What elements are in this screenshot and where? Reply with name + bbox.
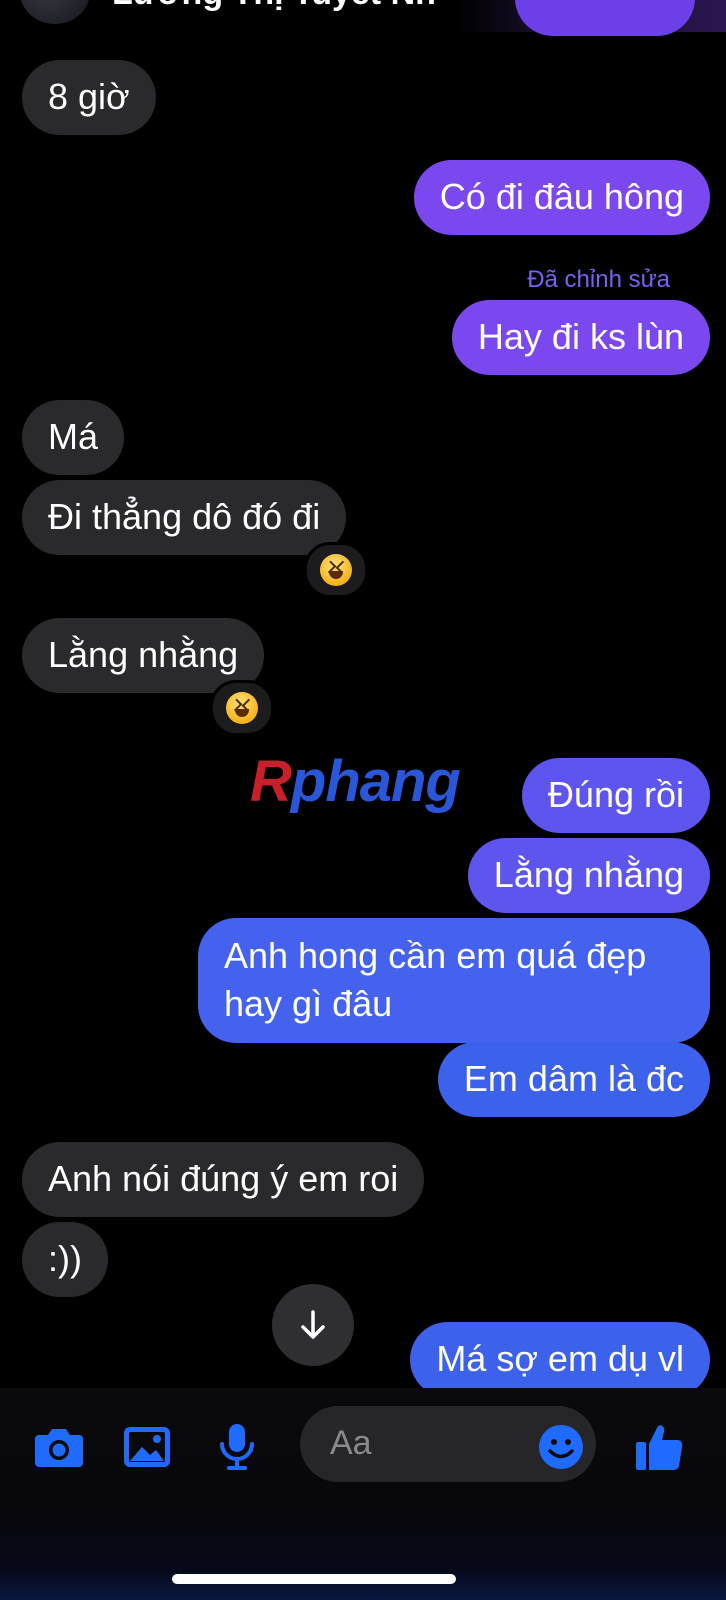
laughing-face-icon <box>226 692 258 724</box>
message-bubble-outgoing[interactable]: Em dâm là đc <box>437 1042 710 1117</box>
microphone-button[interactable] <box>210 1420 264 1474</box>
camera-button[interactable] <box>32 1420 86 1474</box>
message-bubble-incoming[interactable]: Má <box>22 400 125 475</box>
message-bubble-outgoing[interactable]: Đúng rồi <box>521 758 710 833</box>
message-bubble-incoming[interactable]: Anh nói đúng ý em roi <box>22 1142 425 1217</box>
like-button[interactable] <box>632 1420 686 1474</box>
camera-icon <box>35 1429 83 1467</box>
microphone-icon <box>220 1424 254 1470</box>
laughing-face-reaction-icon[interactable] <box>304 542 368 598</box>
previous-message-bubble[interactable] <box>515 0 695 36</box>
gallery-icon <box>124 1427 170 1467</box>
edited-label: Đã chỉnh sửa <box>527 266 670 293</box>
message-bubble-incoming[interactable]: Đi thẳng dô đó đi <box>22 480 347 555</box>
message-bubble-incoming[interactable]: 8 giờ <box>22 60 156 135</box>
emoji-button[interactable] <box>534 1420 588 1474</box>
arrow-down-icon <box>301 1310 325 1339</box>
message-bubble-incoming[interactable]: :)) <box>22 1222 108 1297</box>
scroll-to-bottom-button[interactable] <box>272 1284 354 1366</box>
contact-avatar[interactable] <box>20 0 90 24</box>
home-indicator <box>172 1574 456 1584</box>
message-bubble-outgoing[interactable]: Hay đi ks lùn <box>451 300 710 375</box>
message-bubble-outgoing[interactable]: Lằng nhằng <box>467 838 710 913</box>
gallery-button[interactable] <box>120 1420 174 1474</box>
thumbs-up-icon <box>636 1425 683 1470</box>
laughing-face-icon <box>320 554 352 586</box>
emoji-icon <box>539 1425 583 1469</box>
watermark-logo: Rphang <box>250 749 461 814</box>
message-bubble-outgoing[interactable]: Anh hong cần em quá đẹp hay gì đâu <box>198 918 710 1043</box>
message-bubble-outgoing[interactable]: Có đi đâu hông <box>413 160 710 235</box>
contact-name[interactable]: Lương Thị Tuyết Nh <box>112 0 452 13</box>
message-bubble-outgoing[interactable]: Má sợ em dụ vl <box>410 1322 710 1397</box>
message-input-placeholder: Aa <box>330 1424 372 1462</box>
laughing-face-reaction-icon[interactable] <box>210 680 274 736</box>
